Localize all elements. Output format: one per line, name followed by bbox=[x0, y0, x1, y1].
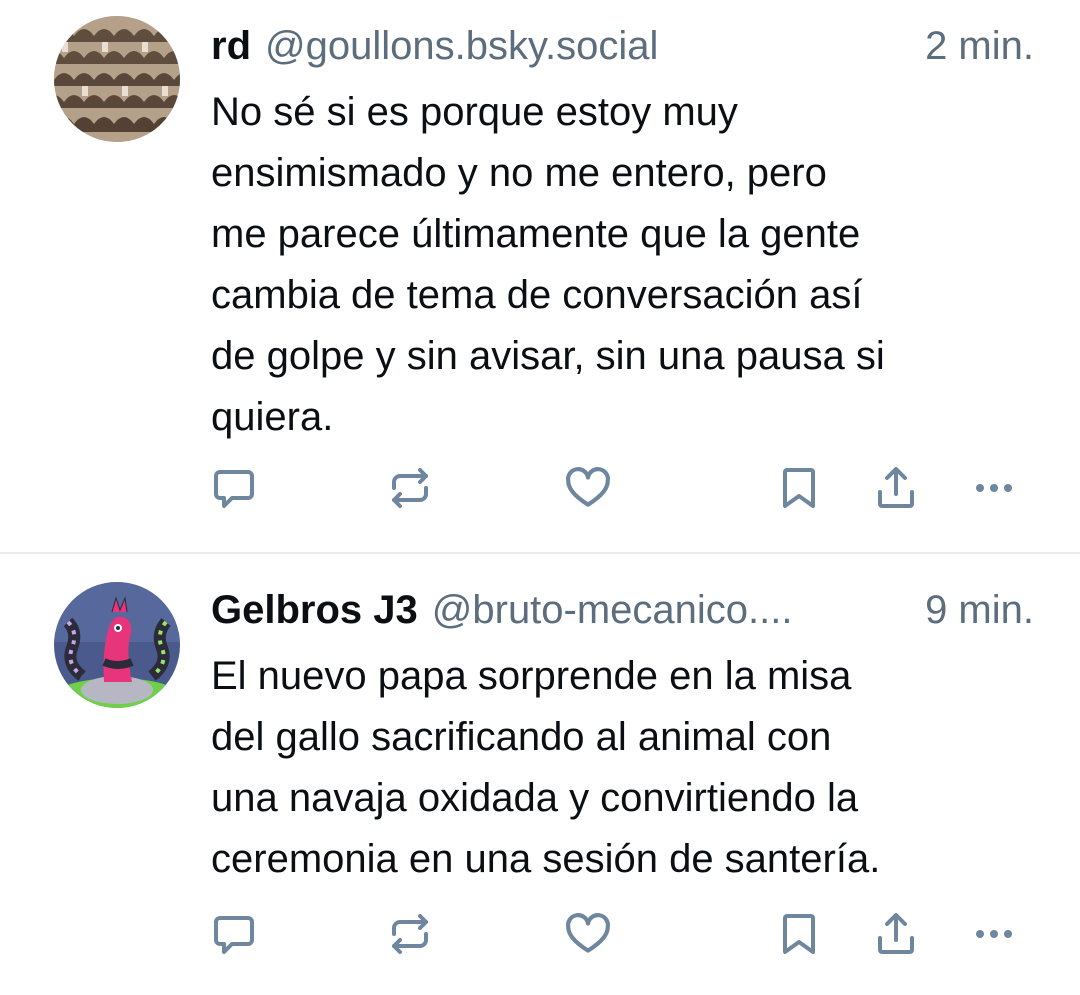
repost-button[interactable] bbox=[380, 904, 440, 964]
share-button[interactable] bbox=[866, 904, 926, 964]
archway-photo-avatar bbox=[54, 16, 180, 142]
like-icon bbox=[566, 913, 610, 953]
cartoon-creature-avatar bbox=[54, 582, 180, 708]
post-item[interactable]: Gelbros J3 @bruto-mecanico.... 9 min. El… bbox=[0, 554, 1080, 995]
post-item[interactable]: rd @goullons.bsky.social 2 min. No sé si… bbox=[0, 0, 1080, 552]
post-header: rd @goullons.bsky.social 2 min. bbox=[211, 20, 1034, 72]
post-text: No sé si es porque estoy muy ensimismado… bbox=[211, 82, 1031, 448]
more-icon bbox=[976, 930, 1012, 938]
like-icon bbox=[566, 467, 610, 507]
share-button[interactable] bbox=[866, 458, 926, 518]
share-icon bbox=[878, 913, 914, 954]
display-name[interactable]: Gelbros J3 bbox=[211, 584, 418, 636]
avatar[interactable] bbox=[54, 16, 180, 142]
bookmark-button[interactable] bbox=[769, 904, 829, 964]
avatar[interactable] bbox=[54, 582, 180, 708]
post-text-line: de golpe y sin avisar, sin una pausa si bbox=[211, 334, 885, 378]
more-icon bbox=[976, 484, 1012, 492]
like-button[interactable] bbox=[558, 458, 618, 518]
post-actions bbox=[0, 458, 1080, 518]
repost-icon bbox=[392, 468, 428, 508]
bookmark-icon bbox=[783, 914, 815, 954]
post-text-line: No sé si es porque estoy muy bbox=[211, 90, 738, 134]
bookmark-icon bbox=[783, 468, 815, 508]
post-header: Gelbros J3 @bruto-mecanico.... 9 min. bbox=[211, 584, 1034, 636]
repost-button[interactable] bbox=[380, 458, 440, 518]
reply-button[interactable] bbox=[204, 904, 264, 964]
bookmark-button[interactable] bbox=[769, 458, 829, 518]
post-text-line: ensimismado y no me entero, pero bbox=[211, 151, 827, 195]
post-text-line: una navaja oxidada y convirtiendo la bbox=[211, 776, 859, 820]
like-button[interactable] bbox=[558, 904, 618, 964]
post-text-line: me parece últimamente que la gente bbox=[211, 212, 861, 256]
display-name[interactable]: rd bbox=[211, 20, 251, 72]
post-time[interactable]: 9 min. bbox=[925, 584, 1034, 636]
post-text-line: del gallo sacrificando al animal con bbox=[211, 715, 832, 759]
user-handle[interactable]: @bruto-mecanico.... bbox=[432, 584, 793, 636]
repost-icon bbox=[392, 914, 428, 954]
more-options-button[interactable] bbox=[964, 458, 1024, 518]
post-feed: rd @goullons.bsky.social 2 min. No sé si… bbox=[0, 0, 1080, 995]
reply-icon bbox=[214, 470, 254, 508]
post-text: El nuevo papa sorprende en la misa del g… bbox=[211, 646, 1031, 890]
user-handle[interactable]: @goullons.bsky.social bbox=[265, 20, 658, 72]
reply-icon bbox=[214, 916, 254, 954]
post-text-line: El nuevo papa sorprende en la misa bbox=[211, 654, 852, 698]
post-time[interactable]: 2 min. bbox=[925, 20, 1034, 72]
post-text-line: cambia de tema de conversación así bbox=[211, 273, 863, 317]
post-actions bbox=[0, 904, 1080, 964]
reply-button[interactable] bbox=[204, 458, 264, 518]
post-text-line: ceremonia en una sesión de santería. bbox=[211, 837, 881, 881]
post-text-line: quiera. bbox=[211, 395, 334, 439]
share-icon bbox=[878, 467, 914, 508]
more-options-button[interactable] bbox=[964, 904, 1024, 964]
